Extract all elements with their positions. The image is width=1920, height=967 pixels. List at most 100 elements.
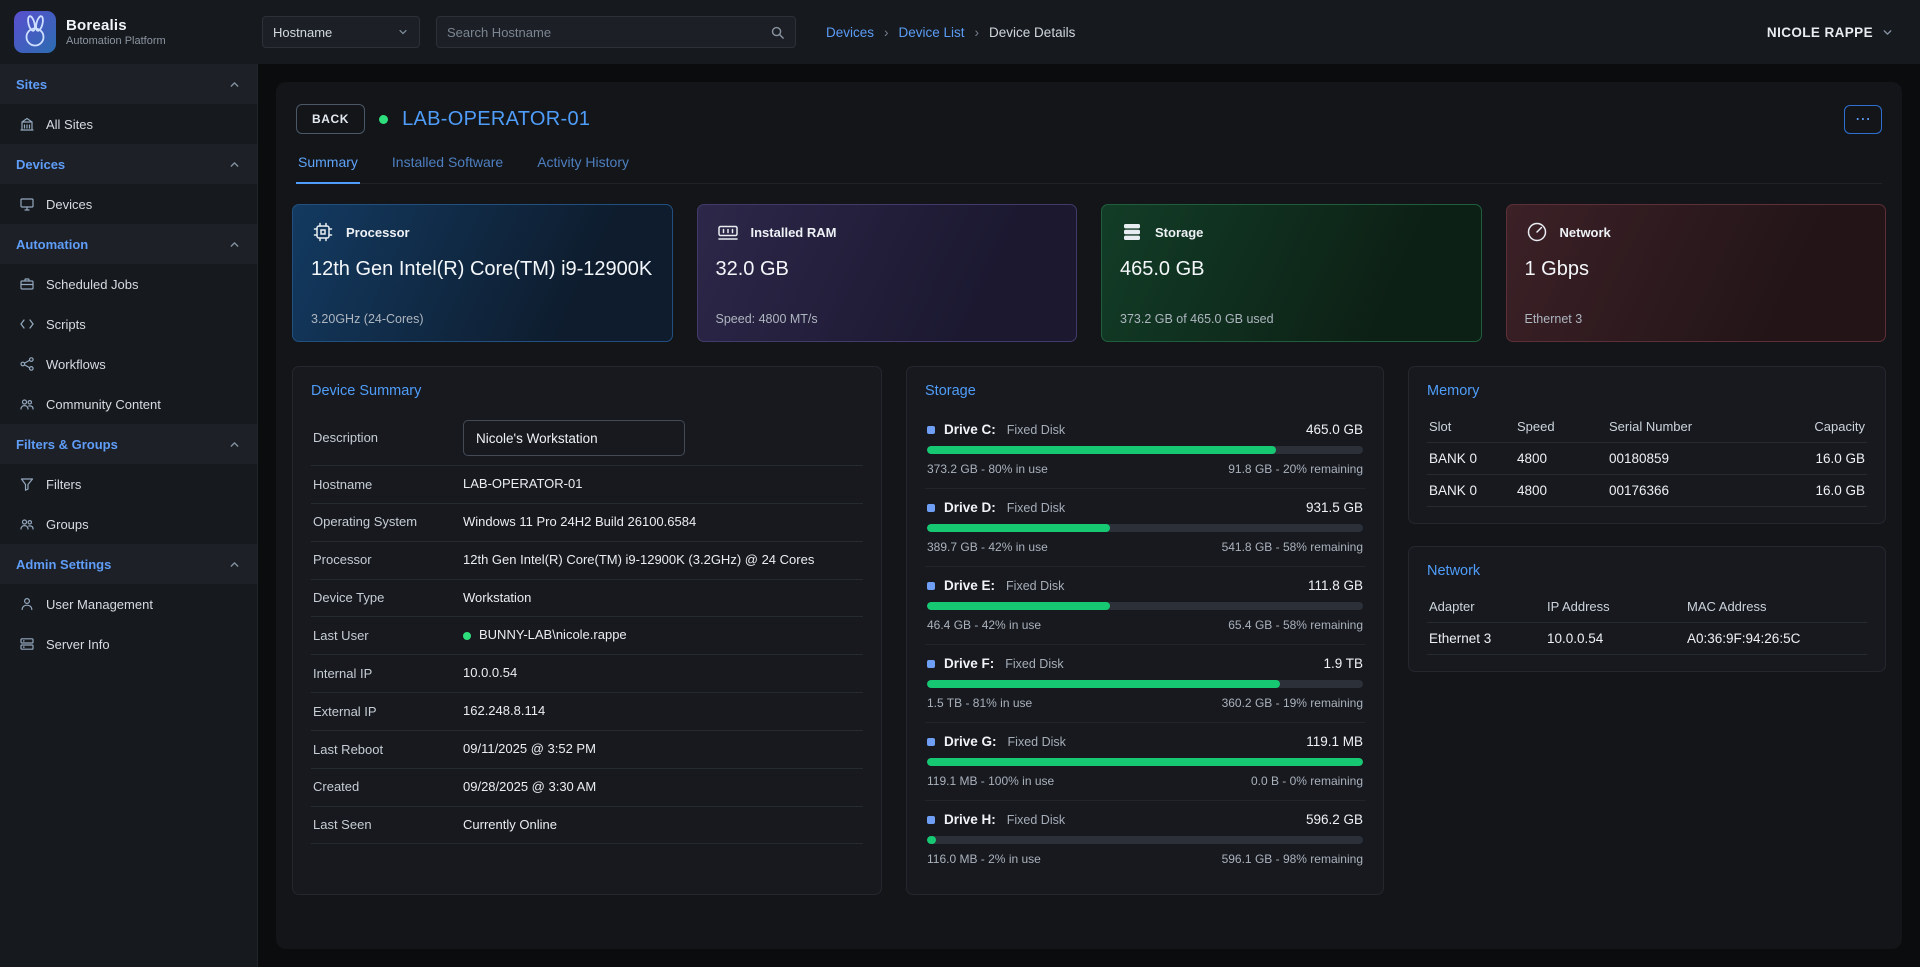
sidebar-item-scripts[interactable]: Scripts: [0, 304, 257, 344]
drive-usage-fill: [927, 602, 1110, 610]
sidebar-item-label: Workflows: [46, 357, 106, 372]
brand-subtitle: Automation Platform: [66, 35, 166, 47]
drive-usage-bar: [927, 680, 1363, 688]
card-value: 465.0 GB: [1120, 258, 1463, 281]
tab-activity-history[interactable]: Activity History: [535, 154, 631, 183]
breadcrumb: Devices › Device List › Device Details: [826, 25, 1075, 40]
sidebar-item-label: User Management: [46, 597, 153, 612]
card-title: Network: [1560, 225, 1611, 240]
adapter-ip: 10.0.0.54: [1547, 631, 1687, 646]
user-name: NICOLE RAPPE: [1767, 25, 1873, 40]
card-value: 1 Gbps: [1525, 258, 1868, 281]
col-header: Slot: [1429, 419, 1517, 434]
detail-panels: Device Summary Description Hostname LAB-…: [292, 366, 1886, 895]
drive-row-d: Drive D: Fixed Disk 931.5 GB 389.7 GB - …: [925, 489, 1365, 567]
sidebar-item-groups[interactable]: Groups: [0, 504, 257, 544]
drive-usage-bar: [927, 602, 1363, 610]
drive-name: Drive D:: [944, 500, 996, 515]
description-input[interactable]: [463, 420, 685, 456]
sidebar-item-community-content[interactable]: Community Content: [0, 384, 257, 424]
hostname-filter-dropdown[interactable]: Hostname: [262, 16, 420, 48]
card-title: Storage: [1155, 225, 1203, 240]
user-online-dot: [463, 632, 471, 640]
row-value: 12th Gen Intel(R) Core(TM) i9-12900K (3.…: [463, 551, 861, 570]
monitor-icon: [18, 196, 35, 212]
stat-cards: Processor 12th Gen Intel(R) Core(TM) i9-…: [292, 204, 1886, 342]
filter-icon: [18, 476, 35, 492]
panel-title: Device Summary: [311, 383, 863, 399]
sidebar-section-sites[interactable]: Sites: [0, 64, 257, 104]
breadcrumb-device-list[interactable]: Device List: [899, 25, 965, 40]
network-table-header: Adapter IP Address MAC Address: [1427, 591, 1867, 623]
drive-used: 373.2 GB - 80% in use: [927, 462, 1048, 476]
memory-table-header: Slot Speed Serial Number Capacity: [1427, 411, 1867, 443]
row-label: Last User: [313, 627, 463, 645]
col-header: MAC Address: [1687, 599, 1865, 614]
device-summary-panel: Device Summary Description Hostname LAB-…: [292, 366, 882, 895]
search-input[interactable]: [447, 25, 770, 40]
drive-row-g: Drive G: Fixed Disk 119.1 MB 119.1 MB - …: [925, 723, 1365, 801]
sidebar-item-server-info[interactable]: Server Info: [0, 624, 257, 664]
sidebar-item-filters[interactable]: Filters: [0, 464, 257, 504]
drive-name: Drive E:: [944, 578, 995, 593]
row-value: BUNNY-LAB\nicole.rappe: [479, 626, 627, 645]
network-row: Ethernet 3 10.0.0.54 A0:36:9F:94:26:5C: [1427, 623, 1867, 655]
brand: Borealis Automation Platform: [0, 11, 258, 53]
more-actions-button[interactable]: ⋯: [1844, 105, 1882, 134]
sidebar-item-scheduled-jobs[interactable]: Scheduled Jobs: [0, 264, 257, 304]
drive-usage-bar: [927, 446, 1363, 454]
network-panel: Network Adapter IP Address MAC Address E…: [1408, 546, 1886, 672]
memory-row: BANK 0 4800 00180859 16.0 GB: [1427, 443, 1867, 475]
storage-panel: Storage Drive C: Fixed Disk 465.0 GB 373…: [906, 366, 1384, 895]
back-button[interactable]: BACK: [296, 104, 365, 134]
search-icon[interactable]: [770, 25, 785, 40]
sidebar-item-user-management[interactable]: User Management: [0, 584, 257, 624]
drive-type: Fixed Disk: [1005, 657, 1063, 671]
sidebar-section-label: Automation: [16, 237, 88, 252]
chevron-up-icon: [228, 158, 241, 171]
drive-usage-fill: [927, 758, 1363, 766]
detail-header: BACK LAB-OPERATOR-01 ⋯: [292, 100, 1886, 134]
card-title: Installed RAM: [751, 225, 837, 240]
card-title: Processor: [346, 225, 410, 240]
drive-used: 46.4 GB - 42% in use: [927, 618, 1041, 632]
sidebar-item-workflows[interactable]: Workflows: [0, 344, 257, 384]
drive-icon: [927, 426, 935, 434]
card-value: 32.0 GB: [716, 258, 1059, 281]
sidebar-section-devices[interactable]: Devices: [0, 144, 257, 184]
cpu-icon: [311, 220, 335, 244]
drive-name: Drive F:: [944, 656, 994, 671]
panel-title: Network: [1427, 563, 1867, 579]
row-value: 09/28/2025 @ 3:30 AM: [463, 778, 861, 797]
server-icon: [18, 636, 35, 652]
ram-icon: [716, 220, 740, 244]
row-label: Internal IP: [313, 665, 463, 683]
search-box: [436, 16, 796, 48]
sidebar-section-admin-settings[interactable]: Admin Settings: [0, 544, 257, 584]
drive-used: 119.1 MB - 100% in use: [927, 774, 1054, 788]
summary-row-last-user: Last User BUNNY-LAB\nicole.rappe: [311, 617, 863, 655]
sidebar-item-devices[interactable]: Devices: [0, 184, 257, 224]
sidebar-item-label: Community Content: [46, 397, 161, 412]
summary-row-created: Created 09/28/2025 @ 3:30 AM: [311, 769, 863, 807]
sidebar-section-filters-groups[interactable]: Filters & Groups: [0, 424, 257, 464]
workflow-icon: [18, 356, 35, 372]
people-icon: [18, 516, 35, 532]
adapter-mac: A0:36:9F:94:26:5C: [1687, 631, 1865, 646]
online-status-dot: [379, 115, 388, 124]
breadcrumb-devices[interactable]: Devices: [826, 25, 874, 40]
tab-installed-software[interactable]: Installed Software: [390, 154, 505, 183]
memory-speed: 4800: [1517, 483, 1609, 498]
summary-row-last-seen: Last Seen Currently Online: [311, 807, 863, 845]
network-card: Network 1 Gbps Ethernet 3: [1506, 204, 1887, 342]
sidebar-item-all-sites[interactable]: All Sites: [0, 104, 257, 144]
memory-slot: BANK 0: [1429, 483, 1517, 498]
drive-row-f: Drive F: Fixed Disk 1.9 TB 1.5 TB - 81% …: [925, 645, 1365, 723]
memory-capacity: 16.0 GB: [1785, 483, 1865, 498]
sidebar-section-automation[interactable]: Automation: [0, 224, 257, 264]
tab-summary[interactable]: Summary: [296, 154, 360, 184]
briefcase-icon: [18, 276, 35, 292]
row-value: Windows 11 Pro 24H2 Build 26100.6584: [463, 513, 861, 532]
processor-card: Processor 12th Gen Intel(R) Core(TM) i9-…: [292, 204, 673, 342]
user-menu[interactable]: NICOLE RAPPE: [1767, 25, 1894, 40]
